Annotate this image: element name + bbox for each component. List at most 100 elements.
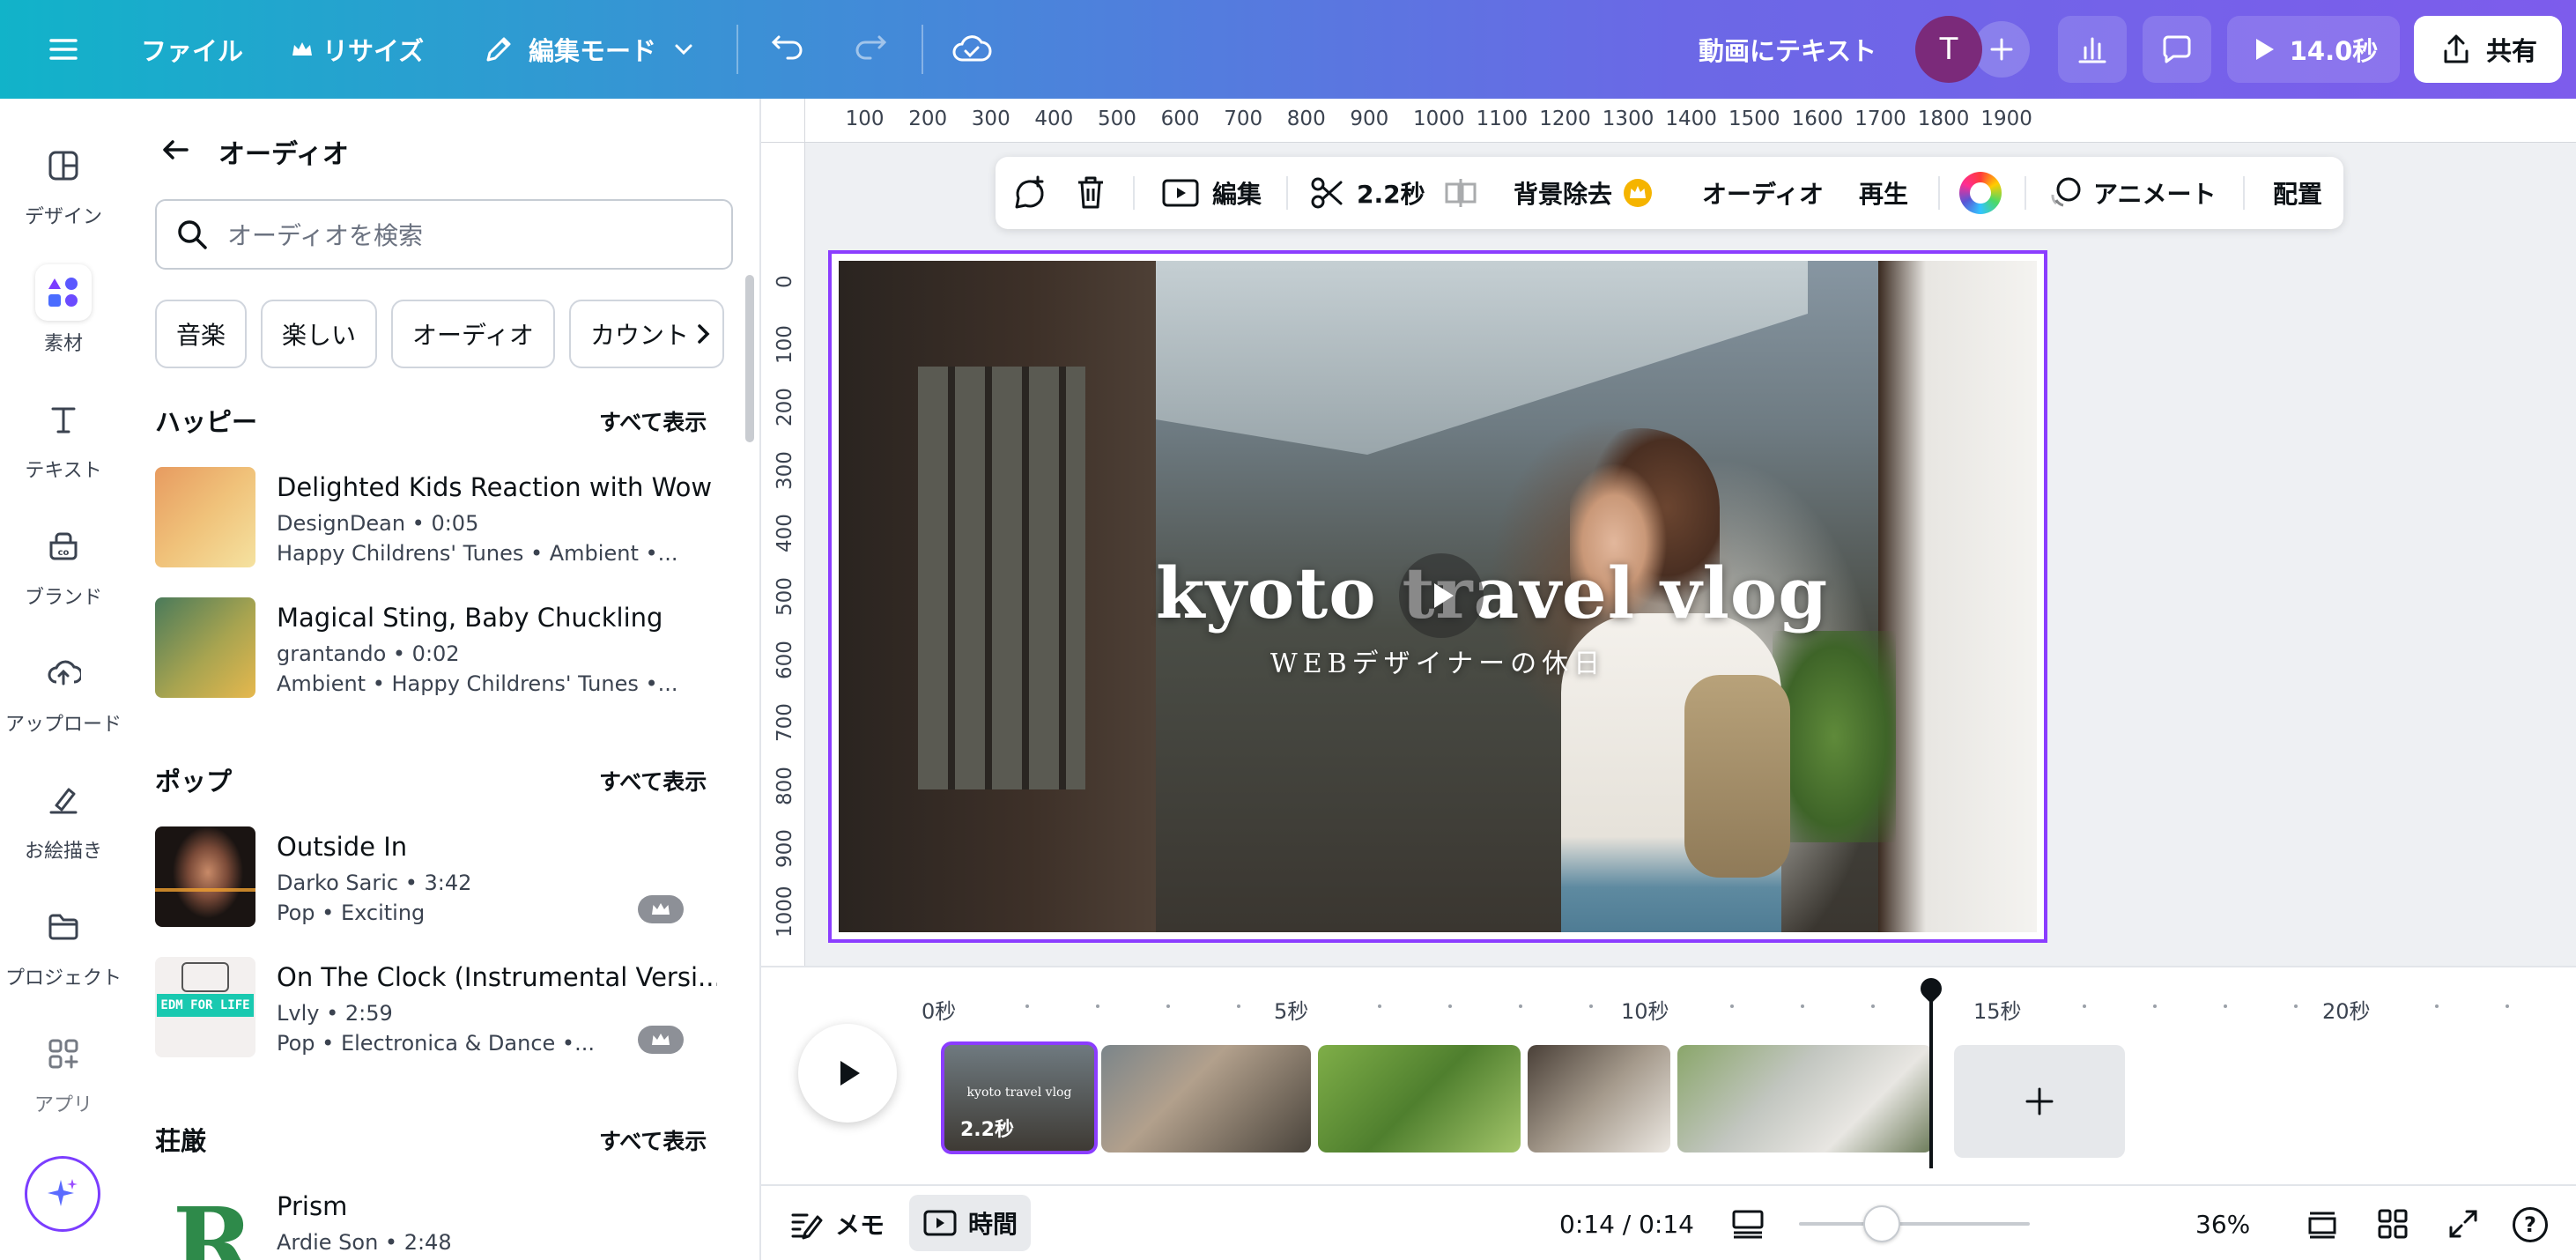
rail-item-upload[interactable]: アップロード [0, 645, 127, 737]
timeline-play-button[interactable] [798, 1024, 897, 1123]
audio-track[interactable]: Outside In Darko Saric • 3:42 Pop • Exci… [155, 826, 719, 927]
see-all-happy[interactable]: すべて表示 [599, 405, 707, 437]
elements-icon [35, 264, 92, 321]
plus-icon [2025, 1087, 2054, 1115]
scissors-icon [1311, 177, 1343, 209]
see-all-pop[interactable]: すべて表示 [599, 765, 707, 797]
audio-button[interactable]: オーディオ [1702, 157, 1824, 229]
timeline-clip[interactable] [1677, 1045, 1933, 1153]
ruler-tick-label: 600 [1160, 107, 1200, 130]
timeline-label: 20秒 [2322, 999, 2371, 1024]
context-toolbar: 編集 2.2秒 背景除去 オーディオ 再生 アニメート 配置 [996, 157, 2343, 229]
timeline-clip-selected[interactable]: kyoto travel vlog 2.2秒 [941, 1041, 1098, 1154]
cloud-save-status[interactable] [951, 0, 992, 99]
timeline-clip[interactable] [1101, 1045, 1311, 1153]
premium-badge [638, 1026, 684, 1054]
timeline-label: 0秒 [922, 999, 957, 1024]
ruler-tick-label: 500 [1098, 107, 1136, 130]
track-title: Magical Sting, Baby Chuckling [277, 603, 663, 633]
background-remover-button[interactable]: 背景除去 [1514, 157, 1653, 229]
redo-button[interactable] [851, 0, 890, 99]
playhead-handle[interactable] [1916, 974, 1946, 1004]
divider [1938, 176, 1940, 210]
backpack [1684, 675, 1790, 878]
undo-button[interactable] [768, 0, 807, 99]
pages-view-button[interactable] [2305, 1186, 2340, 1260]
rail-item-draw[interactable]: お絵描き [0, 772, 127, 863]
chip-fun[interactable]: 楽しい [261, 300, 377, 368]
ruler-tick-label: 900 [774, 829, 796, 869]
edit-mode-dropdown[interactable]: 編集モード [481, 0, 697, 99]
menu-button[interactable] [46, 0, 81, 99]
ruler-tick-label: 0 [774, 275, 796, 288]
top-bar: ファイル リサイズ 編集モード 動画にテキスト T 14.0秒 共有 [0, 0, 2576, 99]
chip-audio[interactable]: オーディオ [391, 300, 555, 368]
add-comment-button[interactable] [1011, 157, 1050, 229]
fullscreen-button[interactable] [2446, 1186, 2481, 1260]
rail-item-projects[interactable]: プロジェクト [0, 899, 127, 990]
zoom-level[interactable]: 36% [2195, 1186, 2250, 1260]
avatar[interactable]: T [1915, 16, 1982, 83]
zoom-slider-track[interactable] [1799, 1222, 2030, 1226]
audio-track[interactable]: Delighted Kids Reaction with Wow DesignD… [155, 467, 719, 567]
split-button[interactable] [1443, 157, 1478, 229]
animate-button[interactable]: アニメート [2046, 157, 2216, 229]
rail-item-brand[interactable]: co ブランド [0, 518, 127, 610]
delete-button[interactable] [1073, 157, 1108, 229]
track-title: Outside In [277, 832, 408, 862]
trim-button[interactable]: 2.2秒 [1309, 157, 1425, 229]
playhead[interactable] [1929, 985, 1933, 1168]
crown-icon [1624, 179, 1653, 207]
grid-view-button[interactable] [2375, 1186, 2410, 1260]
undo-icon [771, 35, 803, 60]
edit-video-button[interactable]: 編集 [1161, 157, 1262, 229]
back-button[interactable] [157, 130, 196, 169]
rail-item-elements[interactable]: 素材 [0, 264, 127, 356]
track-thumbnail: R [155, 1186, 255, 1260]
ruler-tick-label: 400 [774, 514, 796, 553]
rail-item-apps[interactable]: アプリ [0, 1026, 127, 1117]
audio-search-input[interactable]: オーディオを検索 [155, 199, 733, 270]
share-button[interactable]: 共有 [2414, 16, 2562, 83]
notes-button[interactable]: メモ [789, 1186, 885, 1260]
file-menu[interactable]: ファイル [141, 0, 243, 99]
timer-toggle[interactable]: 時間 [909, 1195, 1031, 1251]
chip-count[interactable]: カウント [569, 300, 724, 368]
playback-button[interactable]: 再生 [1859, 157, 1908, 229]
rail-item-text[interactable]: テキスト [0, 391, 127, 483]
premium-badge [638, 895, 684, 923]
selected-video-frame[interactable]: kyoto travel vlog WEBデザイナーの休日 [828, 250, 2047, 943]
ruler-tick-label: 700 [774, 703, 796, 743]
ruler-tick-label: 800 [774, 766, 796, 805]
rail-item-design[interactable]: デザイン [0, 137, 127, 229]
video-play-overlay[interactable] [1399, 553, 1484, 638]
track-thumbnail [155, 597, 255, 698]
resize-button[interactable]: リサイズ [291, 0, 424, 99]
document-title[interactable]: 動画にテキスト [1699, 0, 1876, 99]
timeline-clip[interactable] [1528, 1045, 1670, 1153]
video-preview[interactable]: kyoto travel vlog WEBデザイナーの休日 [839, 261, 2037, 932]
audio-track[interactable]: Magical Sting, Baby Chuckling grantando … [155, 597, 719, 698]
zoom-slider-thumb[interactable] [1863, 1205, 1901, 1242]
video-subtitle-text[interactable]: WEBデザイナーの休日 [1156, 641, 1720, 680]
present-play-button[interactable]: 14.0秒 [2227, 16, 2400, 83]
color-picker-button[interactable] [1959, 157, 2002, 229]
position-button[interactable]: 配置 [2273, 157, 2322, 229]
help-button[interactable]: ? [2513, 1207, 2548, 1242]
magic-ai-button[interactable] [25, 1156, 100, 1232]
chip-music[interactable]: 音楽 [155, 300, 247, 368]
ruler-tick-label: 100 [774, 324, 796, 364]
section-title-happy: ハッピー [155, 407, 258, 437]
timeline-clip[interactable] [1318, 1045, 1521, 1153]
audio-track[interactable]: EDM FOR LIFE On The Clock (Instrumental … [155, 957, 719, 1057]
see-all-solemn[interactable]: すべて表示 [599, 1124, 707, 1156]
audio-track[interactable]: R Prism Ardie Son • 2:48 [155, 1186, 719, 1260]
add-clip-button[interactable] [1954, 1045, 2125, 1158]
ruler-tick-label: 1300 [1602, 107, 1654, 130]
panel-scrollbar[interactable] [745, 275, 754, 442]
analytics-button[interactable] [2058, 16, 2127, 83]
ruler-tick-label: 600 [774, 640, 796, 679]
comments-button[interactable] [2143, 16, 2211, 83]
ruler-tick-label: 1100 [1476, 107, 1529, 130]
page-layout-toggle[interactable] [1730, 1186, 1765, 1260]
